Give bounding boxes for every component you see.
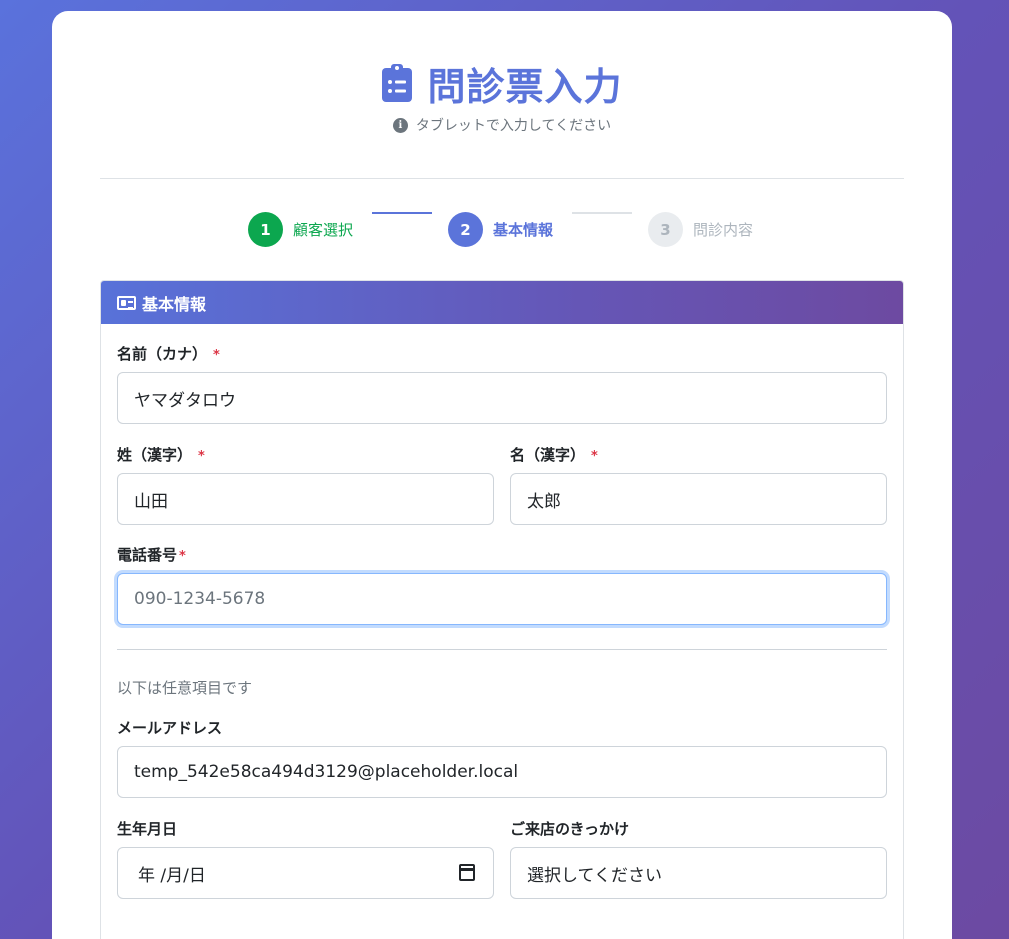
step-number: 1 xyxy=(248,212,283,247)
kana-name-input[interactable]: ヤマダタロウ xyxy=(117,372,887,424)
progress-steps: 1 顧客選択 2 基本情報 3 問診内容 xyxy=(248,212,808,248)
birthdate-label: 生年月日 xyxy=(117,820,178,838)
step-number: 2 xyxy=(448,212,483,247)
optional-note: 以下は任意項目です xyxy=(117,679,253,697)
clipboard-list-icon xyxy=(381,63,413,103)
kana-label: 名前（カナ） * xyxy=(117,343,220,364)
page-subtitle: タブレットで入力してください xyxy=(415,118,612,134)
required-mark: * xyxy=(198,449,205,464)
step-label: 顧客選択 xyxy=(293,221,354,239)
section-divider xyxy=(117,649,887,650)
step-number: 3 xyxy=(648,212,683,247)
panel-title: 基本情報 xyxy=(142,294,207,314)
phone-label-text: 電話番号 xyxy=(117,546,178,564)
first-name-label-text: 名（漢字） xyxy=(510,446,586,464)
id-card-icon xyxy=(117,295,136,310)
required-mark: * xyxy=(179,549,186,564)
page-header: 問診票入力 i タブレットで入力してください xyxy=(52,59,952,135)
required-mark: * xyxy=(213,348,220,363)
step-questionnaire: 3 問診内容 xyxy=(648,212,753,247)
step-basic-info: 2 基本情報 xyxy=(448,212,553,247)
last-name-label: 姓（漢字） * xyxy=(117,444,205,465)
first-name-label: 名（漢字） * xyxy=(510,444,598,465)
birthdate-placeholder: 年 /月/日 xyxy=(138,865,206,886)
email-input[interactable]: temp_542e58ca494d3129@placeholder.local xyxy=(117,746,887,798)
step-label: 問診内容 xyxy=(693,221,754,239)
last-name-input[interactable]: 山田 xyxy=(117,473,494,525)
last-name-label-text: 姓（漢字） xyxy=(117,446,193,464)
visit-reason-select[interactable]: 選択してください xyxy=(510,847,887,899)
basic-info-panel: 基本情報 名前（カナ） * ヤマダタロウ 姓（漢字） * 山田 名（漢字） * 太郎 … xyxy=(100,280,904,939)
header-divider xyxy=(100,178,904,179)
calendar-icon[interactable] xyxy=(459,864,475,881)
email-label: メールアドレス xyxy=(117,719,223,737)
first-name-input[interactable]: 太郎 xyxy=(510,473,887,525)
step-customer-select: 1 顧客選択 xyxy=(248,212,353,247)
form-card: 問診票入力 i タブレットで入力してください 1 顧客選択 2 基本情報 3 問… xyxy=(52,11,952,939)
info-circle-icon: i xyxy=(392,117,408,133)
step-connector xyxy=(572,212,632,214)
step-label: 基本情報 xyxy=(493,221,554,239)
kana-label-text: 名前（カナ） xyxy=(117,345,208,363)
panel-header: 基本情報 xyxy=(101,281,903,324)
phone-input[interactable]: 090-1234-5678 xyxy=(117,573,887,625)
step-connector xyxy=(372,212,432,214)
birthdate-input[interactable]: 年 /月/日 xyxy=(117,847,494,899)
required-mark: * xyxy=(591,449,598,464)
page-title: 問診票入力 xyxy=(427,64,623,109)
visit-reason-label: ご来店のきっかけ xyxy=(510,820,629,838)
phone-label: 電話番号 * xyxy=(117,544,186,565)
